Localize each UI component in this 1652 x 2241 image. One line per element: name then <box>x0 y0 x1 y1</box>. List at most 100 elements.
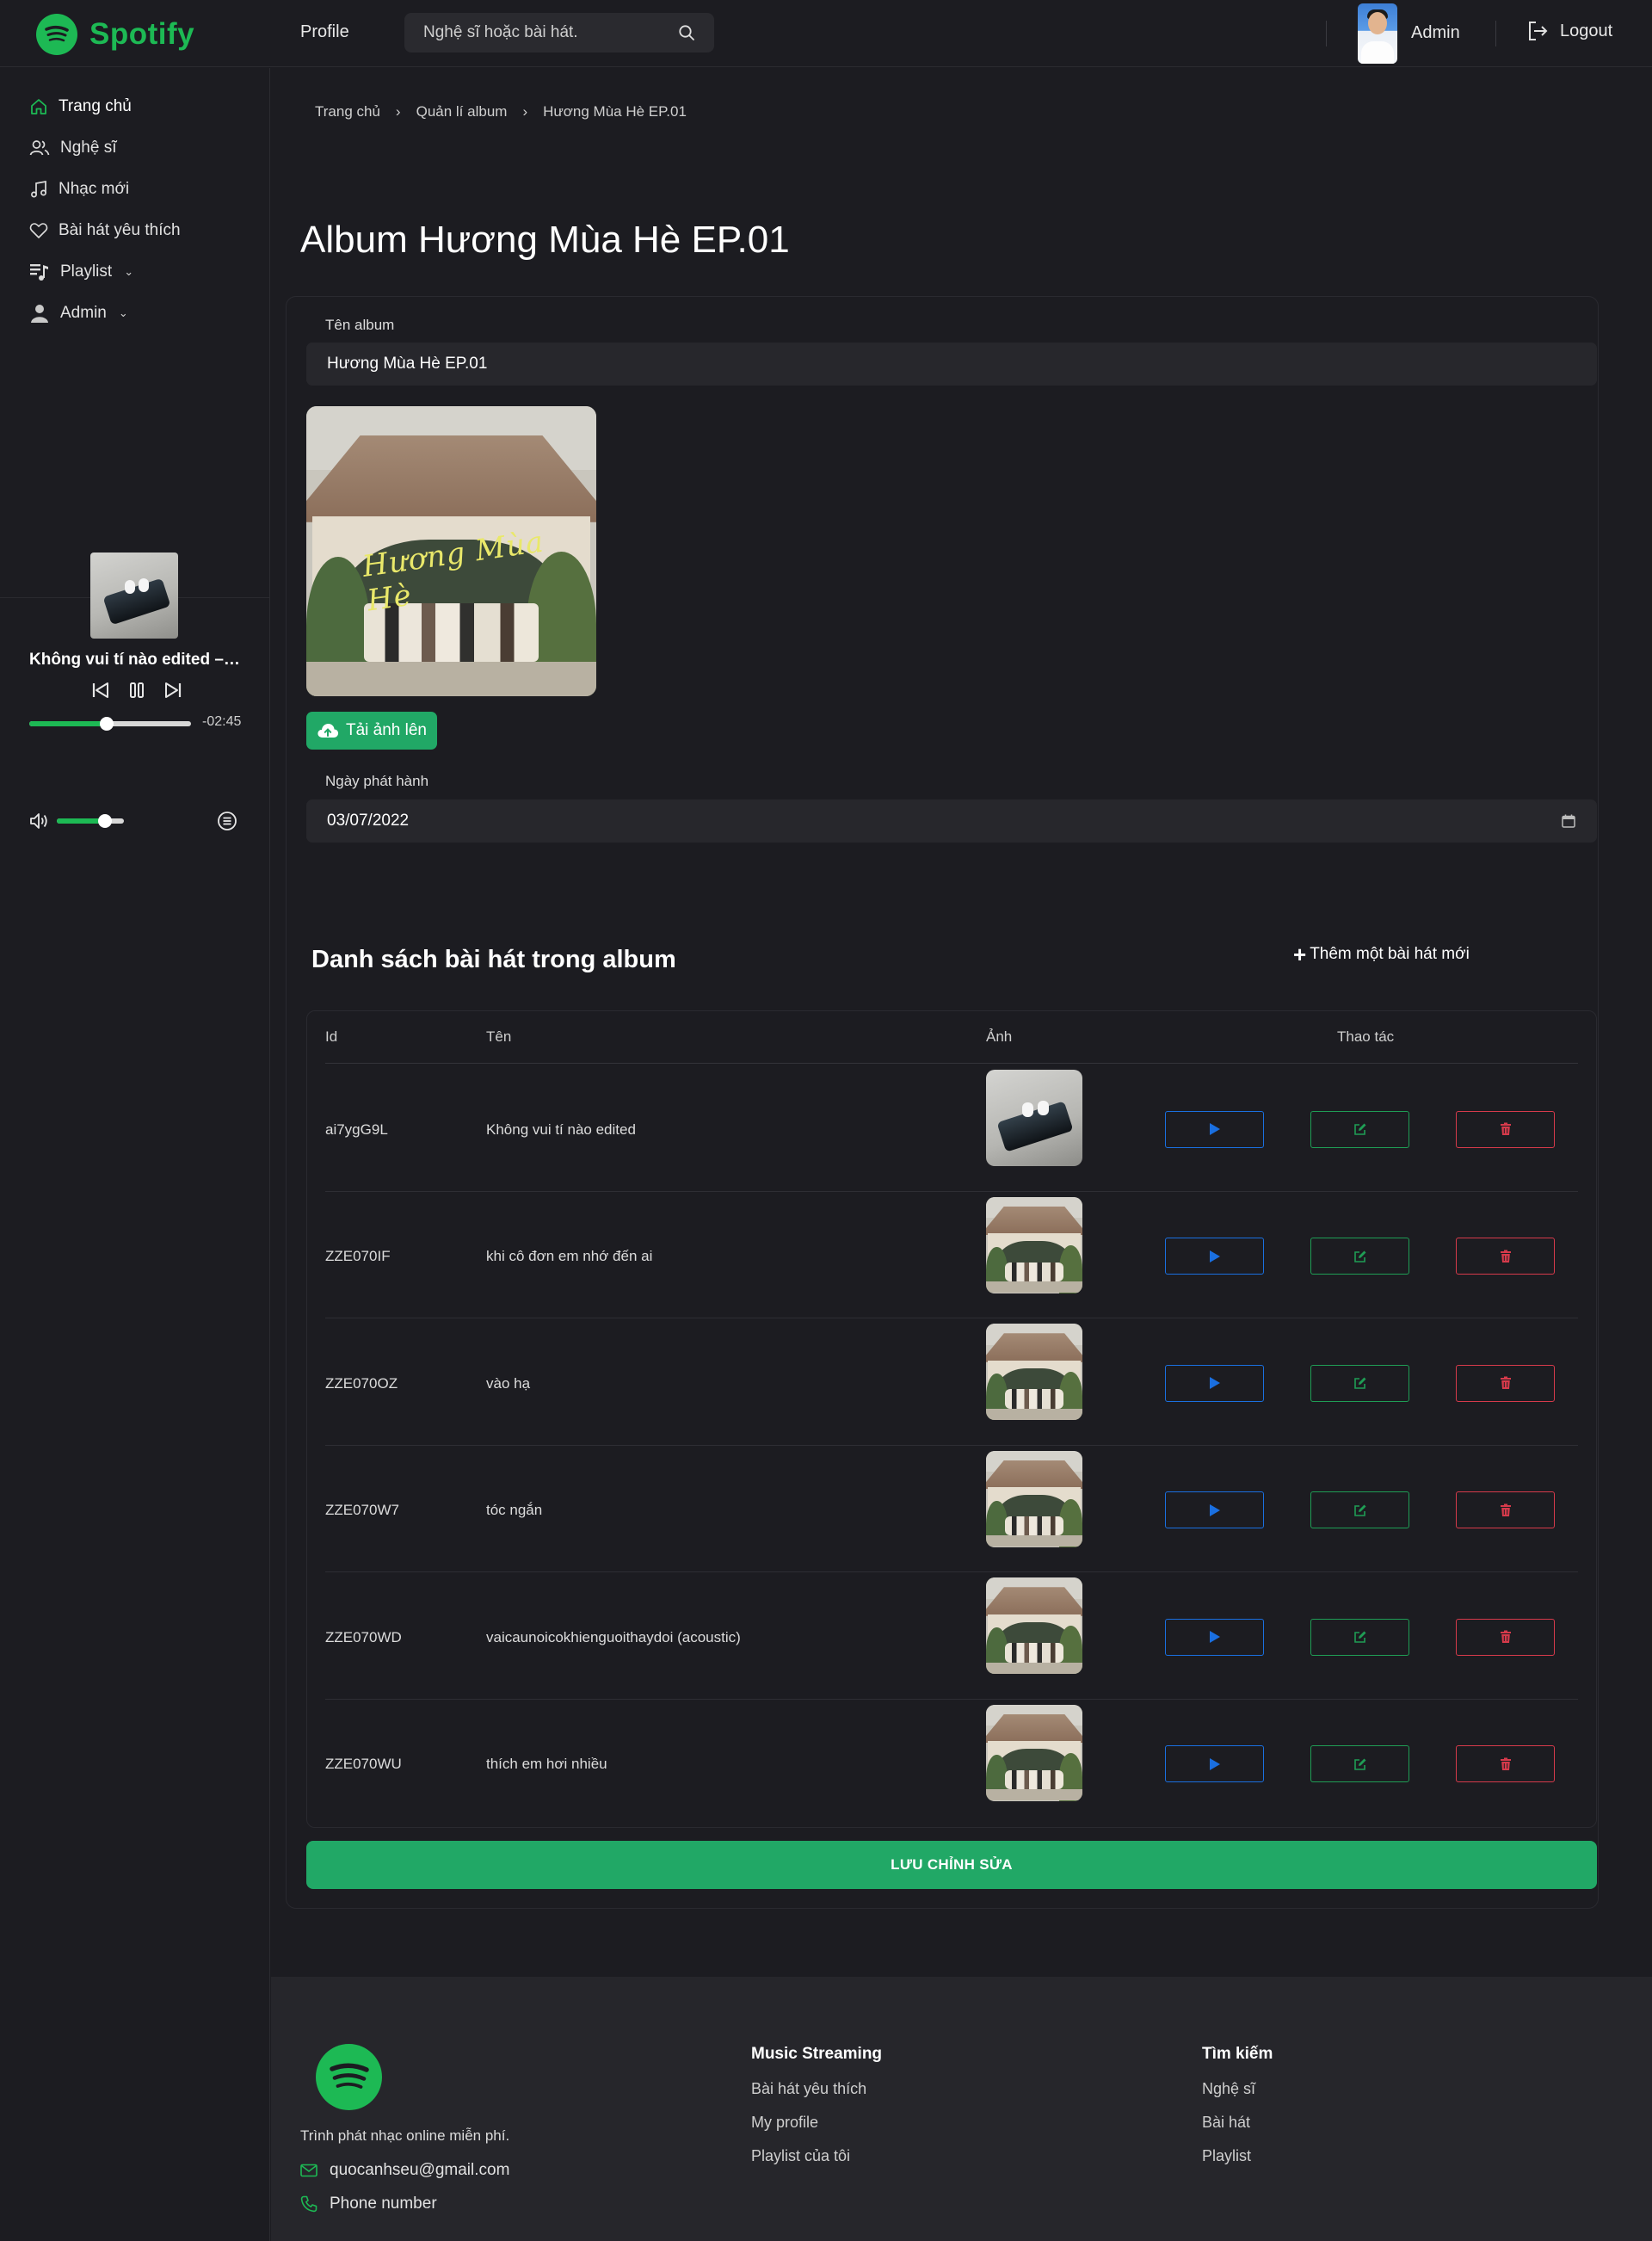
now-playing-title: Không vui tí nào edited – ... <box>29 651 240 669</box>
edit-song-button[interactable] <box>1310 1745 1409 1783</box>
logout-button[interactable]: Logout <box>1526 19 1612 43</box>
play-song-button[interactable] <box>1165 1110 1264 1148</box>
song-id: ai7ygG9L <box>325 1120 388 1138</box>
edit-song-button[interactable] <box>1310 1618 1409 1656</box>
album-name-input[interactable] <box>327 355 1576 374</box>
mail-icon <box>300 2164 317 2177</box>
song-thumbnail <box>986 1450 1082 1547</box>
footer-link-my-profile[interactable]: My profile <box>751 2114 818 2132</box>
add-song-button[interactable]: + Thêm một bài hát mới <box>1293 943 1470 966</box>
search-icon[interactable] <box>678 24 695 41</box>
table-row-divider <box>325 1444 1578 1446</box>
play-icon <box>1209 1250 1221 1263</box>
edit-song-button[interactable] <box>1310 1238 1409 1275</box>
sidebar-item-label: Nghệ sĩ <box>60 139 117 157</box>
footer-link-playlists[interactable]: Playlist <box>1202 2147 1251 2165</box>
sidebar-item-home[interactable]: Trang chủ <box>29 97 132 116</box>
playlist-icon <box>29 262 50 282</box>
volume-icon[interactable] <box>29 812 50 830</box>
chevron-right-icon: › <box>522 103 528 120</box>
footer-link-my-playlists[interactable]: Playlist của tôi <box>751 2147 850 2165</box>
delete-song-button[interactable] <box>1456 1110 1555 1148</box>
song-thumbnail <box>986 1704 1082 1801</box>
edit-song-button[interactable] <box>1310 1364 1409 1402</box>
edit-song-button[interactable] <box>1310 1491 1409 1529</box>
play-song-button[interactable] <box>1165 1491 1264 1529</box>
play-icon <box>1209 1122 1221 1136</box>
release-date-field[interactable]: 03/07/2022 <box>306 799 1597 843</box>
previous-icon[interactable] <box>90 680 111 701</box>
logout-icon <box>1526 19 1550 43</box>
footer-email[interactable]: quocanhseu@gmail.com <box>300 2161 509 2180</box>
play-icon <box>1209 1376 1221 1390</box>
column-header-name: Tên <box>486 1028 512 1045</box>
song-thumbnail <box>986 1196 1082 1293</box>
home-icon <box>29 97 48 116</box>
sidebar-item-playlist[interactable]: Playlist ⌄ <box>29 262 133 282</box>
page-title: Album Hương Mùa Hè EP.01 <box>300 219 790 261</box>
play-song-button[interactable] <box>1165 1238 1264 1275</box>
edit-icon <box>1353 1250 1367 1263</box>
next-icon[interactable] <box>163 680 183 701</box>
sidebar-item-favorites[interactable]: Bài hát yêu thích <box>29 221 181 240</box>
sidebar-item-new-music[interactable]: Nhạc mới <box>29 180 129 199</box>
album-name-label: Tên album <box>325 317 395 333</box>
pause-icon[interactable] <box>126 680 147 701</box>
playback-progress-slider[interactable] <box>29 717 191 731</box>
logout-label: Logout <box>1560 21 1613 40</box>
song-name: thích em hơi nhiều <box>486 1756 607 1773</box>
users-icon <box>29 139 50 157</box>
song-name: tóc ngắn <box>486 1502 543 1519</box>
footer-spotify-logo-icon[interactable] <box>316 2044 382 2110</box>
breadcrumb-home[interactable]: Trang chủ <box>315 103 380 120</box>
song-thumbnail <box>986 1070 1082 1166</box>
footer-link-artists[interactable]: Nghệ sĩ <box>1202 2080 1255 2098</box>
footer-link-songs[interactable]: Bài hát <box>1202 2114 1250 2132</box>
user-icon <box>29 303 50 324</box>
upload-image-button[interactable]: Tải ảnh lên <box>306 712 437 750</box>
footer-phone[interactable]: Phone number <box>300 2195 437 2213</box>
sidebar-item-admin[interactable]: Admin ⌄ <box>29 303 128 324</box>
calendar-icon[interactable] <box>1561 813 1576 829</box>
play-song-button[interactable] <box>1165 1618 1264 1656</box>
sidebar-item-artists[interactable]: Nghệ sĩ <box>29 139 116 157</box>
song-id: ZZE070IF <box>325 1248 391 1265</box>
avatar[interactable] <box>1358 3 1397 64</box>
search-input[interactable] <box>423 23 678 42</box>
play-song-button[interactable] <box>1165 1745 1264 1783</box>
song-id: ZZE070WD <box>325 1628 402 1645</box>
song-name: Không vui tí nào edited <box>486 1120 636 1138</box>
album-name-field <box>306 343 1597 386</box>
trash-icon <box>1500 1630 1512 1644</box>
song-name: vào hạ <box>486 1374 531 1392</box>
trash-icon <box>1500 1376 1512 1390</box>
footer-tagline: Trình phát nhạc online miễn phí. <box>300 2127 510 2144</box>
play-icon <box>1209 1630 1221 1644</box>
song-name: vaicaunoicokhienguoithaydoi (acoustic) <box>486 1628 741 1645</box>
edit-song-button[interactable] <box>1310 1110 1409 1148</box>
footer-link-favorites[interactable]: Bài hát yêu thích <box>751 2080 866 2098</box>
volume-slider[interactable] <box>57 814 124 828</box>
queue-icon[interactable] <box>217 811 237 831</box>
delete-song-button[interactable] <box>1456 1491 1555 1529</box>
release-date-label: Ngày phát hành <box>325 773 429 789</box>
trash-icon <box>1500 1250 1512 1263</box>
brand-logo[interactable]: Spotify <box>36 14 194 55</box>
edit-icon <box>1353 1757 1367 1771</box>
breadcrumb-current: Hương Mùa Hè EP.01 <box>543 103 687 120</box>
profile-link[interactable]: Profile <box>300 22 349 42</box>
album-cover-image: Hương Mùa Hè <box>306 406 596 696</box>
breadcrumb-album-manager[interactable]: Quản lí album <box>416 103 508 120</box>
save-changes-button[interactable]: LƯU CHỈNH SỬA <box>306 1841 1597 1889</box>
delete-song-button[interactable] <box>1456 1618 1555 1656</box>
search-box <box>404 13 714 52</box>
sidebar-item-label: Bài hát yêu thích <box>59 221 181 239</box>
play-song-button[interactable] <box>1165 1364 1264 1402</box>
spotify-logo-icon <box>36 14 77 55</box>
delete-song-button[interactable] <box>1456 1745 1555 1783</box>
admin-username[interactable]: Admin <box>1411 23 1460 43</box>
delete-song-button[interactable] <box>1456 1238 1555 1275</box>
column-header-actions: Thao tác <box>1337 1028 1395 1045</box>
upload-image-label: Tải ảnh lên <box>345 721 427 739</box>
delete-song-button[interactable] <box>1456 1364 1555 1402</box>
